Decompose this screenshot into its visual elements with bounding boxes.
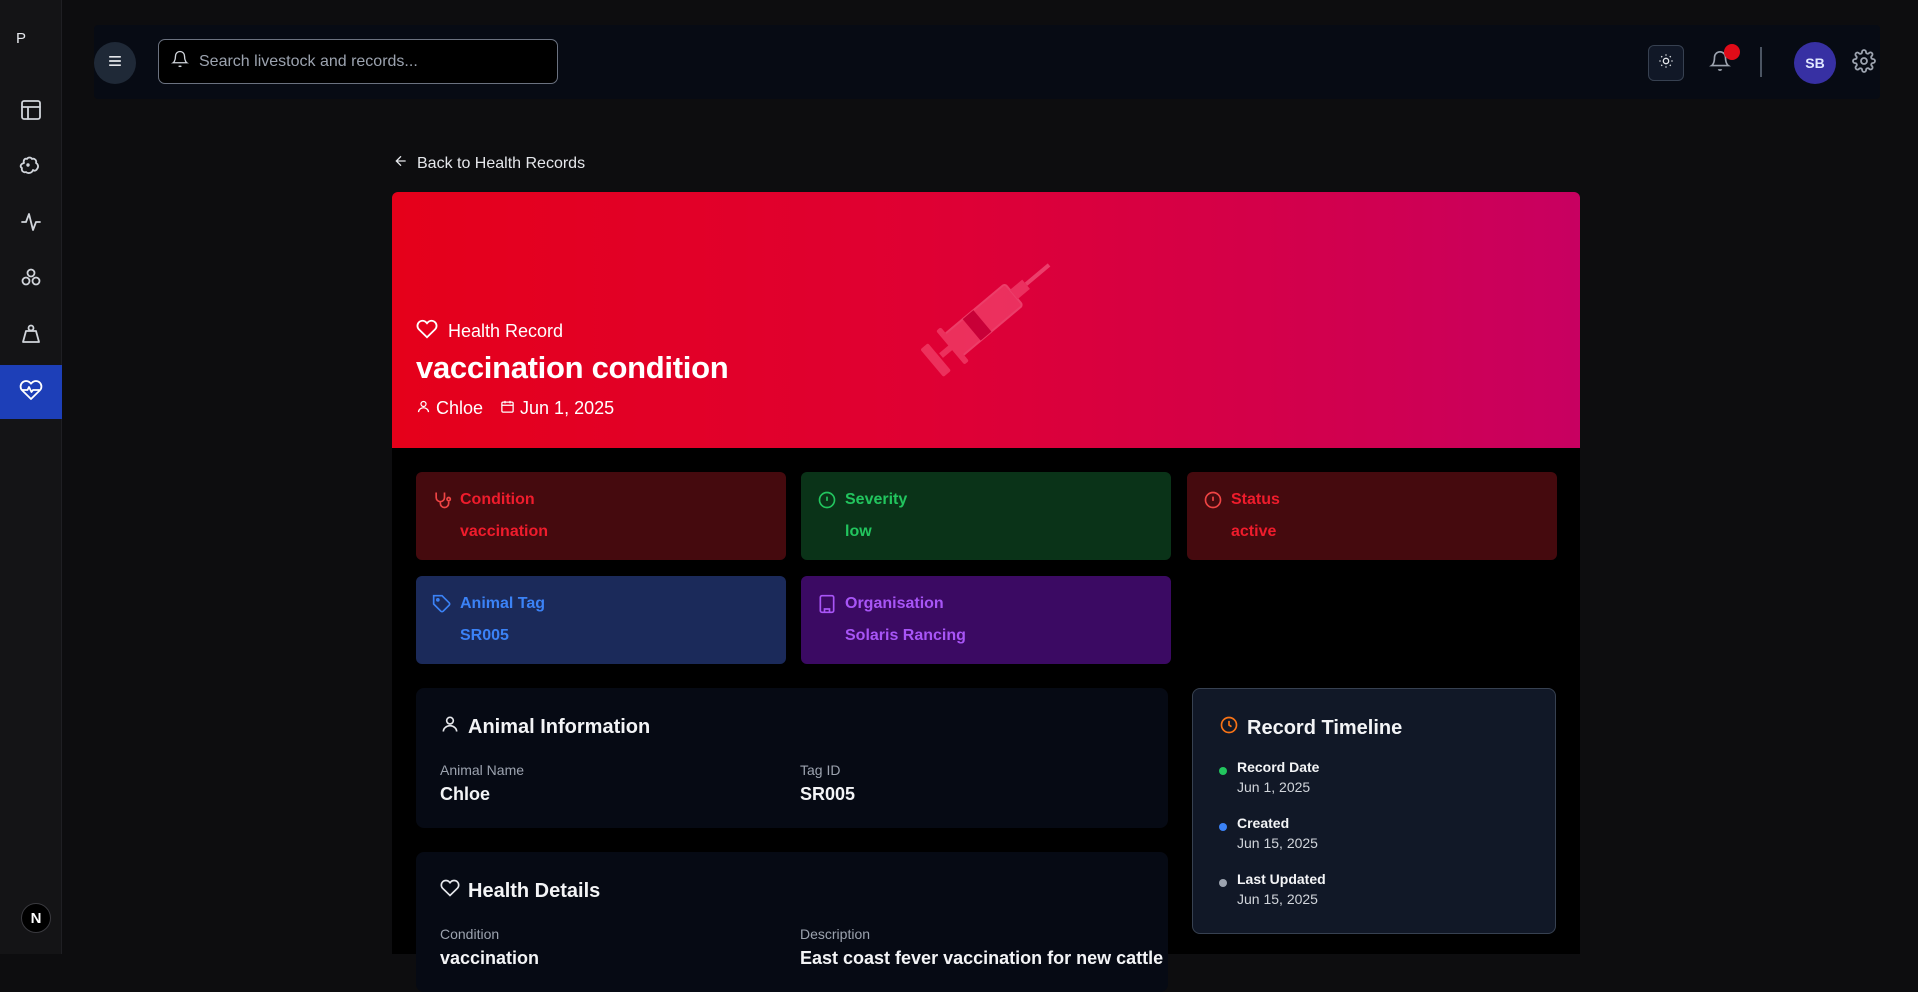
sun-icon	[1658, 53, 1674, 74]
brand-logo[interactable]: P	[16, 30, 26, 47]
animal-information-title: Animal Information	[468, 715, 651, 738]
stat-organisation-value: Solaris Rancing	[845, 627, 966, 644]
alert-circle-icon	[1203, 490, 1223, 510]
sidebar-item-activity[interactable]	[0, 197, 62, 251]
condition-value: vaccination	[440, 948, 540, 968]
timeline-item-label: Created	[1237, 815, 1290, 831]
stat-severity-value: low	[845, 523, 872, 540]
heart-pulse-icon	[19, 378, 43, 407]
description-label: Description	[800, 926, 871, 942]
status-dot	[1219, 823, 1227, 831]
stat-condition: Condition vaccination	[416, 472, 786, 560]
back-to-health-records-link[interactable]: Back to Health Records	[393, 153, 585, 174]
calendar-icon	[500, 398, 520, 419]
gear-icon	[1852, 49, 1876, 77]
stat-severity: Severity low	[801, 472, 1171, 560]
timeline-item-label: Last Updated	[1237, 871, 1326, 887]
page-title: vaccination condition	[416, 350, 729, 385]
notifications-button[interactable]	[1702, 44, 1740, 81]
livestock-icon	[19, 154, 43, 183]
bell-search-icon	[171, 50, 189, 73]
building-icon	[817, 594, 837, 614]
timeline-item-date: Jun 15, 2025	[1237, 891, 1318, 907]
animal-name-value: Chloe	[440, 784, 491, 804]
record-kicker-label: Health Record	[448, 321, 564, 341]
divider	[1760, 47, 1762, 77]
health-details-heading: Health Details	[440, 878, 600, 904]
heart-icon	[440, 878, 468, 904]
groups-icon	[19, 266, 43, 295]
tag-id-value: SR005	[800, 784, 856, 804]
sidebar-item-weight[interactable]	[0, 309, 62, 363]
theme-toggle-button[interactable]	[1648, 45, 1684, 81]
description-value: East coast fever vaccination for new cat…	[800, 948, 1164, 968]
tag-id-label: Tag ID	[800, 762, 841, 778]
clock-icon	[1219, 715, 1247, 741]
activity-icon	[19, 210, 43, 239]
animal-name-label: Animal Name	[440, 762, 525, 778]
alert-circle-icon	[817, 490, 837, 510]
user-avatar[interactable]: SB	[1794, 42, 1836, 84]
top-bar: SB	[94, 25, 1880, 99]
meta-animal-name: Chloe	[436, 398, 484, 418]
settings-button[interactable]	[1852, 49, 1880, 77]
stat-animal-tag-value: SR005	[460, 627, 509, 644]
health-details-card: Health Details Condition vaccination Des…	[416, 852, 1168, 992]
meta-date: Jun 1, 2025	[500, 398, 614, 419]
heart-icon	[416, 318, 448, 345]
status-dot	[1219, 767, 1227, 775]
timeline-item-date: Jun 1, 2025	[1237, 779, 1311, 795]
sidebar-item-livestock[interactable]	[0, 141, 62, 195]
weight-icon	[19, 322, 43, 351]
record-timeline-heading: Record Timeline	[1219, 715, 1402, 741]
user-icon	[440, 714, 468, 740]
meta-date-value: Jun 1, 2025	[520, 398, 615, 418]
syringe-icon	[921, 263, 1051, 377]
sidebar-item-groups[interactable]	[0, 253, 62, 307]
back-link-label: Back to Health Records	[417, 154, 586, 172]
record-timeline-title: Record Timeline	[1247, 716, 1403, 739]
user-icon	[416, 398, 436, 419]
notification-badge	[1724, 44, 1740, 60]
stat-status-label: Status	[1231, 491, 1280, 508]
stat-condition-label: Condition	[460, 491, 535, 508]
meta-animal: Chloe	[416, 398, 483, 419]
sidebar-item-dashboard[interactable]	[0, 85, 62, 139]
stat-organisation: Organisation Solaris Rancing	[801, 576, 1171, 664]
footer-logo[interactable]: N	[21, 903, 51, 933]
animal-name-field: Animal Name Chloe	[440, 762, 524, 805]
stat-condition-value: vaccination	[460, 523, 549, 540]
arrow-left-icon	[393, 153, 417, 174]
sidebar: P N	[0, 0, 62, 954]
animal-information-card: Animal Information Animal Name Chloe Tag…	[416, 688, 1168, 828]
timeline-item-label: Record Date	[1237, 759, 1320, 775]
record-hero: Health Record vaccination condition Chlo…	[392, 192, 1580, 448]
tag-id-field: Tag ID SR005	[800, 762, 855, 805]
sidebar-item-health[interactable]	[0, 365, 62, 419]
menu-toggle-button[interactable]	[94, 42, 136, 84]
record-kicker: Health Record	[416, 318, 563, 345]
stat-animal-tag: Animal Tag SR005	[416, 576, 786, 664]
status-dot	[1219, 879, 1227, 887]
animal-information-heading: Animal Information	[440, 714, 650, 740]
stat-status-value: active	[1231, 523, 1277, 540]
record-meta: Chloe Jun 1, 2025	[416, 398, 631, 419]
description-field: Description East coast fever vaccination…	[800, 926, 1163, 969]
condition-label: Condition	[440, 926, 500, 942]
stat-organisation-label: Organisation	[845, 595, 944, 612]
stat-status: Status active	[1187, 472, 1557, 560]
search-box	[158, 39, 558, 84]
timeline-item-date: Jun 15, 2025	[1237, 835, 1318, 851]
record-timeline-card: Record Timeline Record Date Jun 1, 2025 …	[1192, 688, 1556, 934]
stat-severity-label: Severity	[845, 491, 908, 508]
health-details-title: Health Details	[468, 879, 601, 902]
search-input[interactable]	[199, 52, 539, 71]
stat-animal-tag-label: Animal Tag	[460, 595, 546, 612]
dashboard-icon	[19, 98, 43, 127]
tag-icon	[432, 594, 452, 614]
stethoscope-icon	[432, 490, 452, 510]
record-panel: Condition vaccination Severity low Statu…	[392, 448, 1580, 992]
hamburger-icon	[105, 51, 125, 76]
condition-field: Condition vaccination	[440, 926, 539, 969]
